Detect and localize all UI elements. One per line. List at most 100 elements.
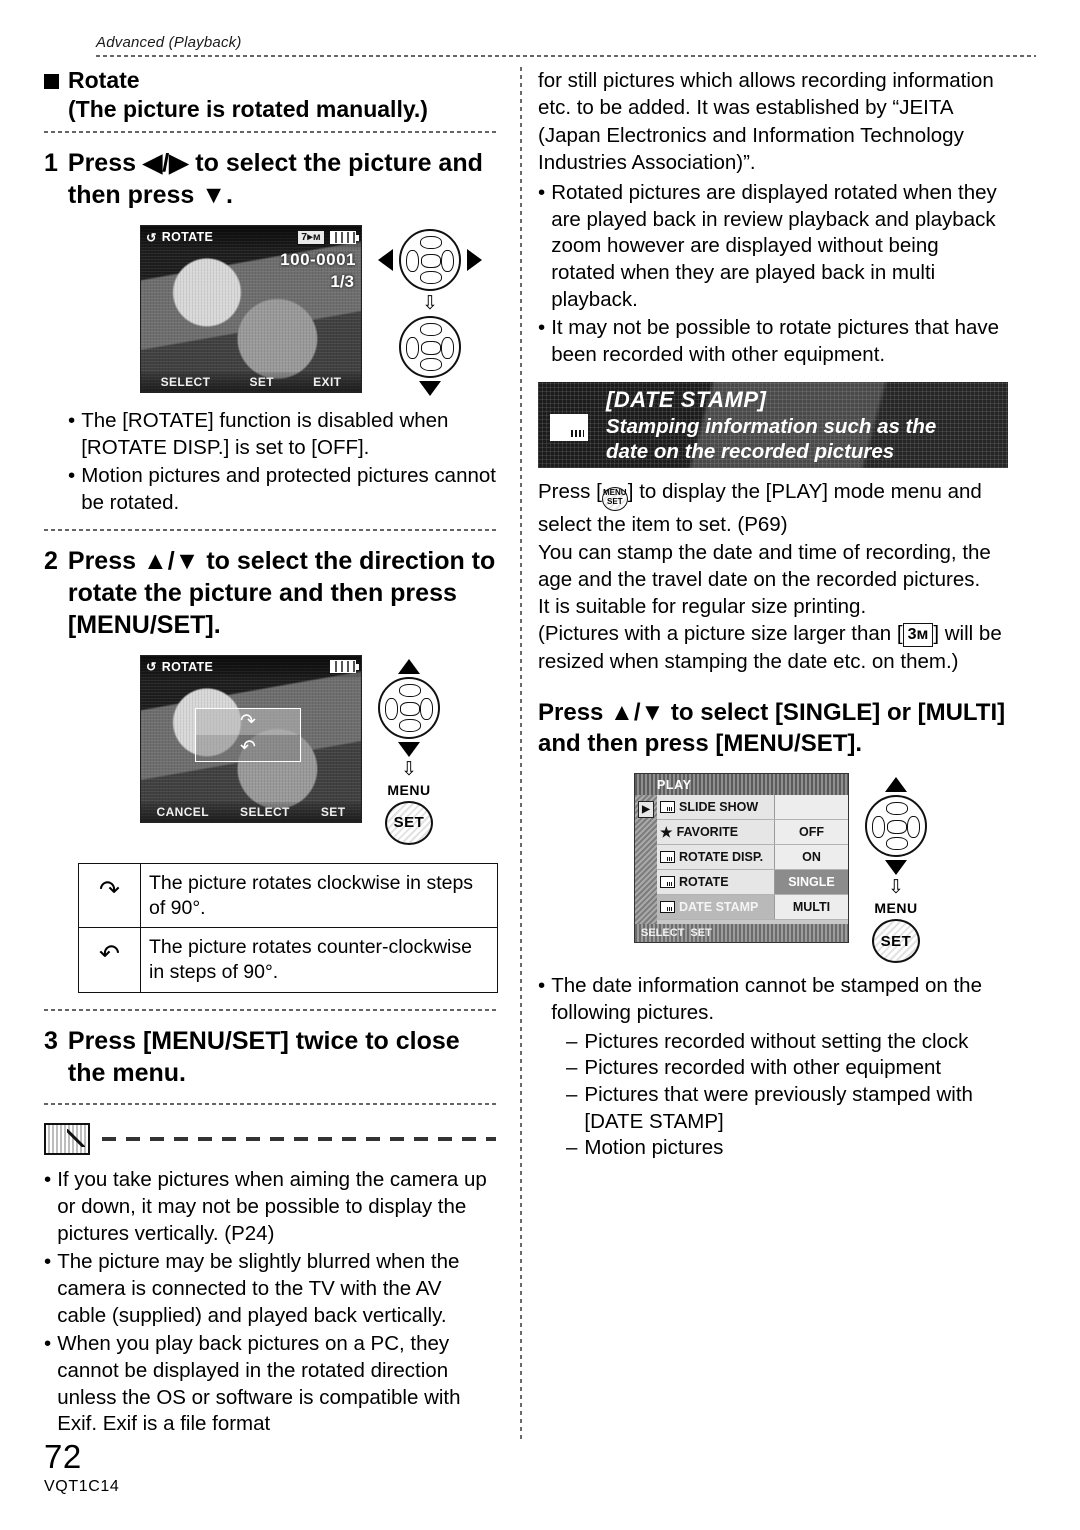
- dpad-left: [406, 250, 419, 272]
- battery-icon: [330, 230, 359, 244]
- menu-set-button-icon: SET: [385, 800, 433, 845]
- menu-row-favorite[interactable]: ★ FAVORITE OFF: [657, 820, 848, 846]
- bullet-dot-icon: •: [44, 1250, 52, 1274]
- bullet-text: Rotated pictures are displayed rotated w…: [551, 181, 997, 311]
- cursor-button-icon: [865, 795, 927, 858]
- dash-icon: –: [566, 1056, 578, 1080]
- lcd-hint-select: SELECT: [240, 804, 290, 819]
- bullet-text: When you play back pictures on a PC, the…: [57, 1332, 461, 1436]
- rule-under-subtitle: [44, 131, 496, 133]
- cursor-button-diagram-1: ⇩: [378, 225, 482, 396]
- menu-set-button-icon: MENU SET: [601, 487, 628, 512]
- up-arrow-icon: [885, 777, 907, 793]
- lcd-hint-cancel: CANCEL: [156, 804, 209, 819]
- menu-row-rotate-disp[interactable]: ROTATE DISP. ON: [657, 845, 848, 871]
- note-header: [44, 1123, 496, 1156]
- play-menu-bottom-bar: SELECT SET: [635, 924, 848, 943]
- lcd-screen-play-menu: PLAY ▶ SLIDE SHOW ★ FAVORITE OFF ROTATE …: [634, 773, 849, 944]
- rotate-cw-option[interactable]: ↷: [196, 708, 300, 735]
- dpad-center: [421, 254, 441, 268]
- dash-text: Pictures recorded without setting the cl…: [584, 1029, 969, 1053]
- lcd-hint-set: SET: [249, 375, 274, 389]
- dash-text: Motion pictures: [584, 1136, 724, 1160]
- menu-row-label: ROTATE: [679, 875, 729, 890]
- dash-icon: –: [566, 1029, 578, 1053]
- note-bullets: • If you take pictures when aiming the c…: [44, 1167, 496, 1437]
- para-open-paren: (Pictures with a picture size larger tha…: [538, 622, 892, 646]
- step-2: 2 Press ▲/▼ to select the direction to r…: [44, 545, 496, 641]
- dpad-down: [420, 271, 442, 284]
- date-stamp-intro: Press [MENU SET] to display the [PLAY] mo…: [538, 478, 1008, 538]
- step-2-number: 2: [44, 546, 58, 575]
- play-menu-title: PLAY: [635, 774, 848, 796]
- table-row: ↷ The picture rotates clockwise in steps…: [78, 862, 498, 929]
- menu-row-rotate[interactable]: ROTATE SINGLE: [657, 870, 848, 896]
- rotate-notes-1: • The [ROTATE] function is disabled when…: [68, 408, 496, 517]
- date-stamp-desc-3: (Pictures with a picture size larger tha…: [538, 622, 1002, 673]
- table-cell-text: The picture rotates clockwise in steps o…: [140, 862, 498, 929]
- dash-item: – Pictures recorded with other equipment: [566, 1055, 1008, 1082]
- picture-size-chip: 7▸ᴍ: [297, 229, 325, 245]
- black-square-bullet-icon: [44, 74, 59, 89]
- up-arrow-icon: [398, 658, 420, 674]
- table-cell-text: The picture rotates counter-clockwise in…: [140, 927, 498, 994]
- section-heading: Rotate: [44, 67, 496, 94]
- menu-row-label: FAVORITE: [676, 825, 739, 840]
- lcd-screen-rotate-direction: ↺ ROTATE ↷ ↶ CANCEL SELECT SET: [140, 654, 362, 823]
- header-rule: [96, 55, 1036, 57]
- dash-icon: –: [566, 1136, 578, 1160]
- document-code: VQT1C14: [44, 1478, 120, 1495]
- date-stamp-icon: [550, 414, 588, 442]
- bullet-dot-icon: •: [538, 974, 546, 998]
- figure-rotate-direction: ↺ ROTATE ↷ ↶ CANCEL SELECT SET ⇩ MENU SE…: [140, 654, 496, 845]
- step-1: 1 Press ◀/▶ to select the picture and th…: [44, 147, 496, 211]
- continued-paragraph: for still pictures which allows recordin…: [538, 69, 994, 174]
- step-1-number: 1: [44, 149, 58, 177]
- bullet-dot-icon: •: [538, 316, 546, 340]
- dash-item: – Motion pictures: [566, 1135, 1008, 1162]
- cursor-button-icon: [378, 676, 440, 739]
- left-column: Rotate (The picture is rotated manually.…: [44, 67, 514, 1440]
- down-arrow-icon: [419, 381, 441, 396]
- rotate-disp-icon: [660, 851, 675, 864]
- file-number: 100-0001: [280, 250, 356, 269]
- rule-above-step3: [44, 1009, 496, 1012]
- step-3-number: 3: [44, 1027, 58, 1056]
- manual-page: Advanced (Playback) Rotate (The picture …: [0, 0, 1080, 1530]
- dash-item: – Pictures recorded without setting the …: [566, 1029, 1008, 1056]
- banner-subtitle-line1: Stamping information such as the: [606, 415, 937, 439]
- dash-text: Pictures recorded with other equipment: [584, 1056, 942, 1080]
- figure-play-menu: PLAY ▶ SLIDE SHOW ★ FAVORITE OFF ROTATE …: [634, 773, 1008, 964]
- rotate-direction-popup[interactable]: ↷ ↶: [195, 707, 301, 762]
- rotate-cw-icon: ↷: [78, 862, 141, 929]
- menu-row-value-multi: MULTI: [774, 895, 848, 920]
- menu-set-button-icon: SET: [872, 919, 920, 964]
- lcd-top-bar: ↺ ROTATE 7▸ᴍ: [141, 226, 361, 248]
- rotate-ccw-option[interactable]: ↶: [196, 735, 300, 761]
- step-3: 3 Press [MENU/SET] twice to close the me…: [44, 1025, 496, 1089]
- lcd-hint-exit: EXIT: [313, 375, 342, 389]
- menu-row-slide-show[interactable]: SLIDE SHOW: [657, 795, 848, 821]
- cursor-button-icon-2: [399, 316, 461, 378]
- lcd-hint-select: SELECT: [160, 375, 211, 389]
- page-number: 72: [44, 1438, 82, 1475]
- battery-icon: [330, 660, 359, 674]
- bullet-item: • If you take pictures when aiming the c…: [44, 1167, 496, 1247]
- left-arrow-icon: [378, 249, 393, 271]
- section-subtitle: (The picture is rotated manually.): [68, 96, 428, 122]
- menu-row-value: [774, 795, 848, 820]
- rotate-mode-icon: ↺: [146, 660, 157, 675]
- bold-instruction: Press ▲/▼ to select [SINGLE] or [MULTI] …: [538, 698, 1006, 758]
- cursor-button-diagram-3: ⇩ MENU SET: [865, 773, 927, 964]
- lcd-title: ROTATE: [161, 659, 214, 674]
- bullet-dot-icon: •: [44, 1332, 52, 1356]
- banner-title: [DATE STAMP]: [606, 387, 767, 413]
- sequence-arrow-icon: ⇩: [422, 293, 438, 314]
- dpad-up: [420, 236, 442, 249]
- menu-row-label: SLIDE SHOW: [679, 800, 759, 815]
- bullet-dot-icon: •: [68, 464, 76, 488]
- menu-row-value: ON: [774, 845, 848, 870]
- bullet-dot-icon: •: [68, 409, 76, 432]
- menu-row-date-stamp[interactable]: DATE STAMP MULTI: [657, 895, 848, 921]
- bullet-text: The date information cannot be stamped o…: [551, 974, 982, 1024]
